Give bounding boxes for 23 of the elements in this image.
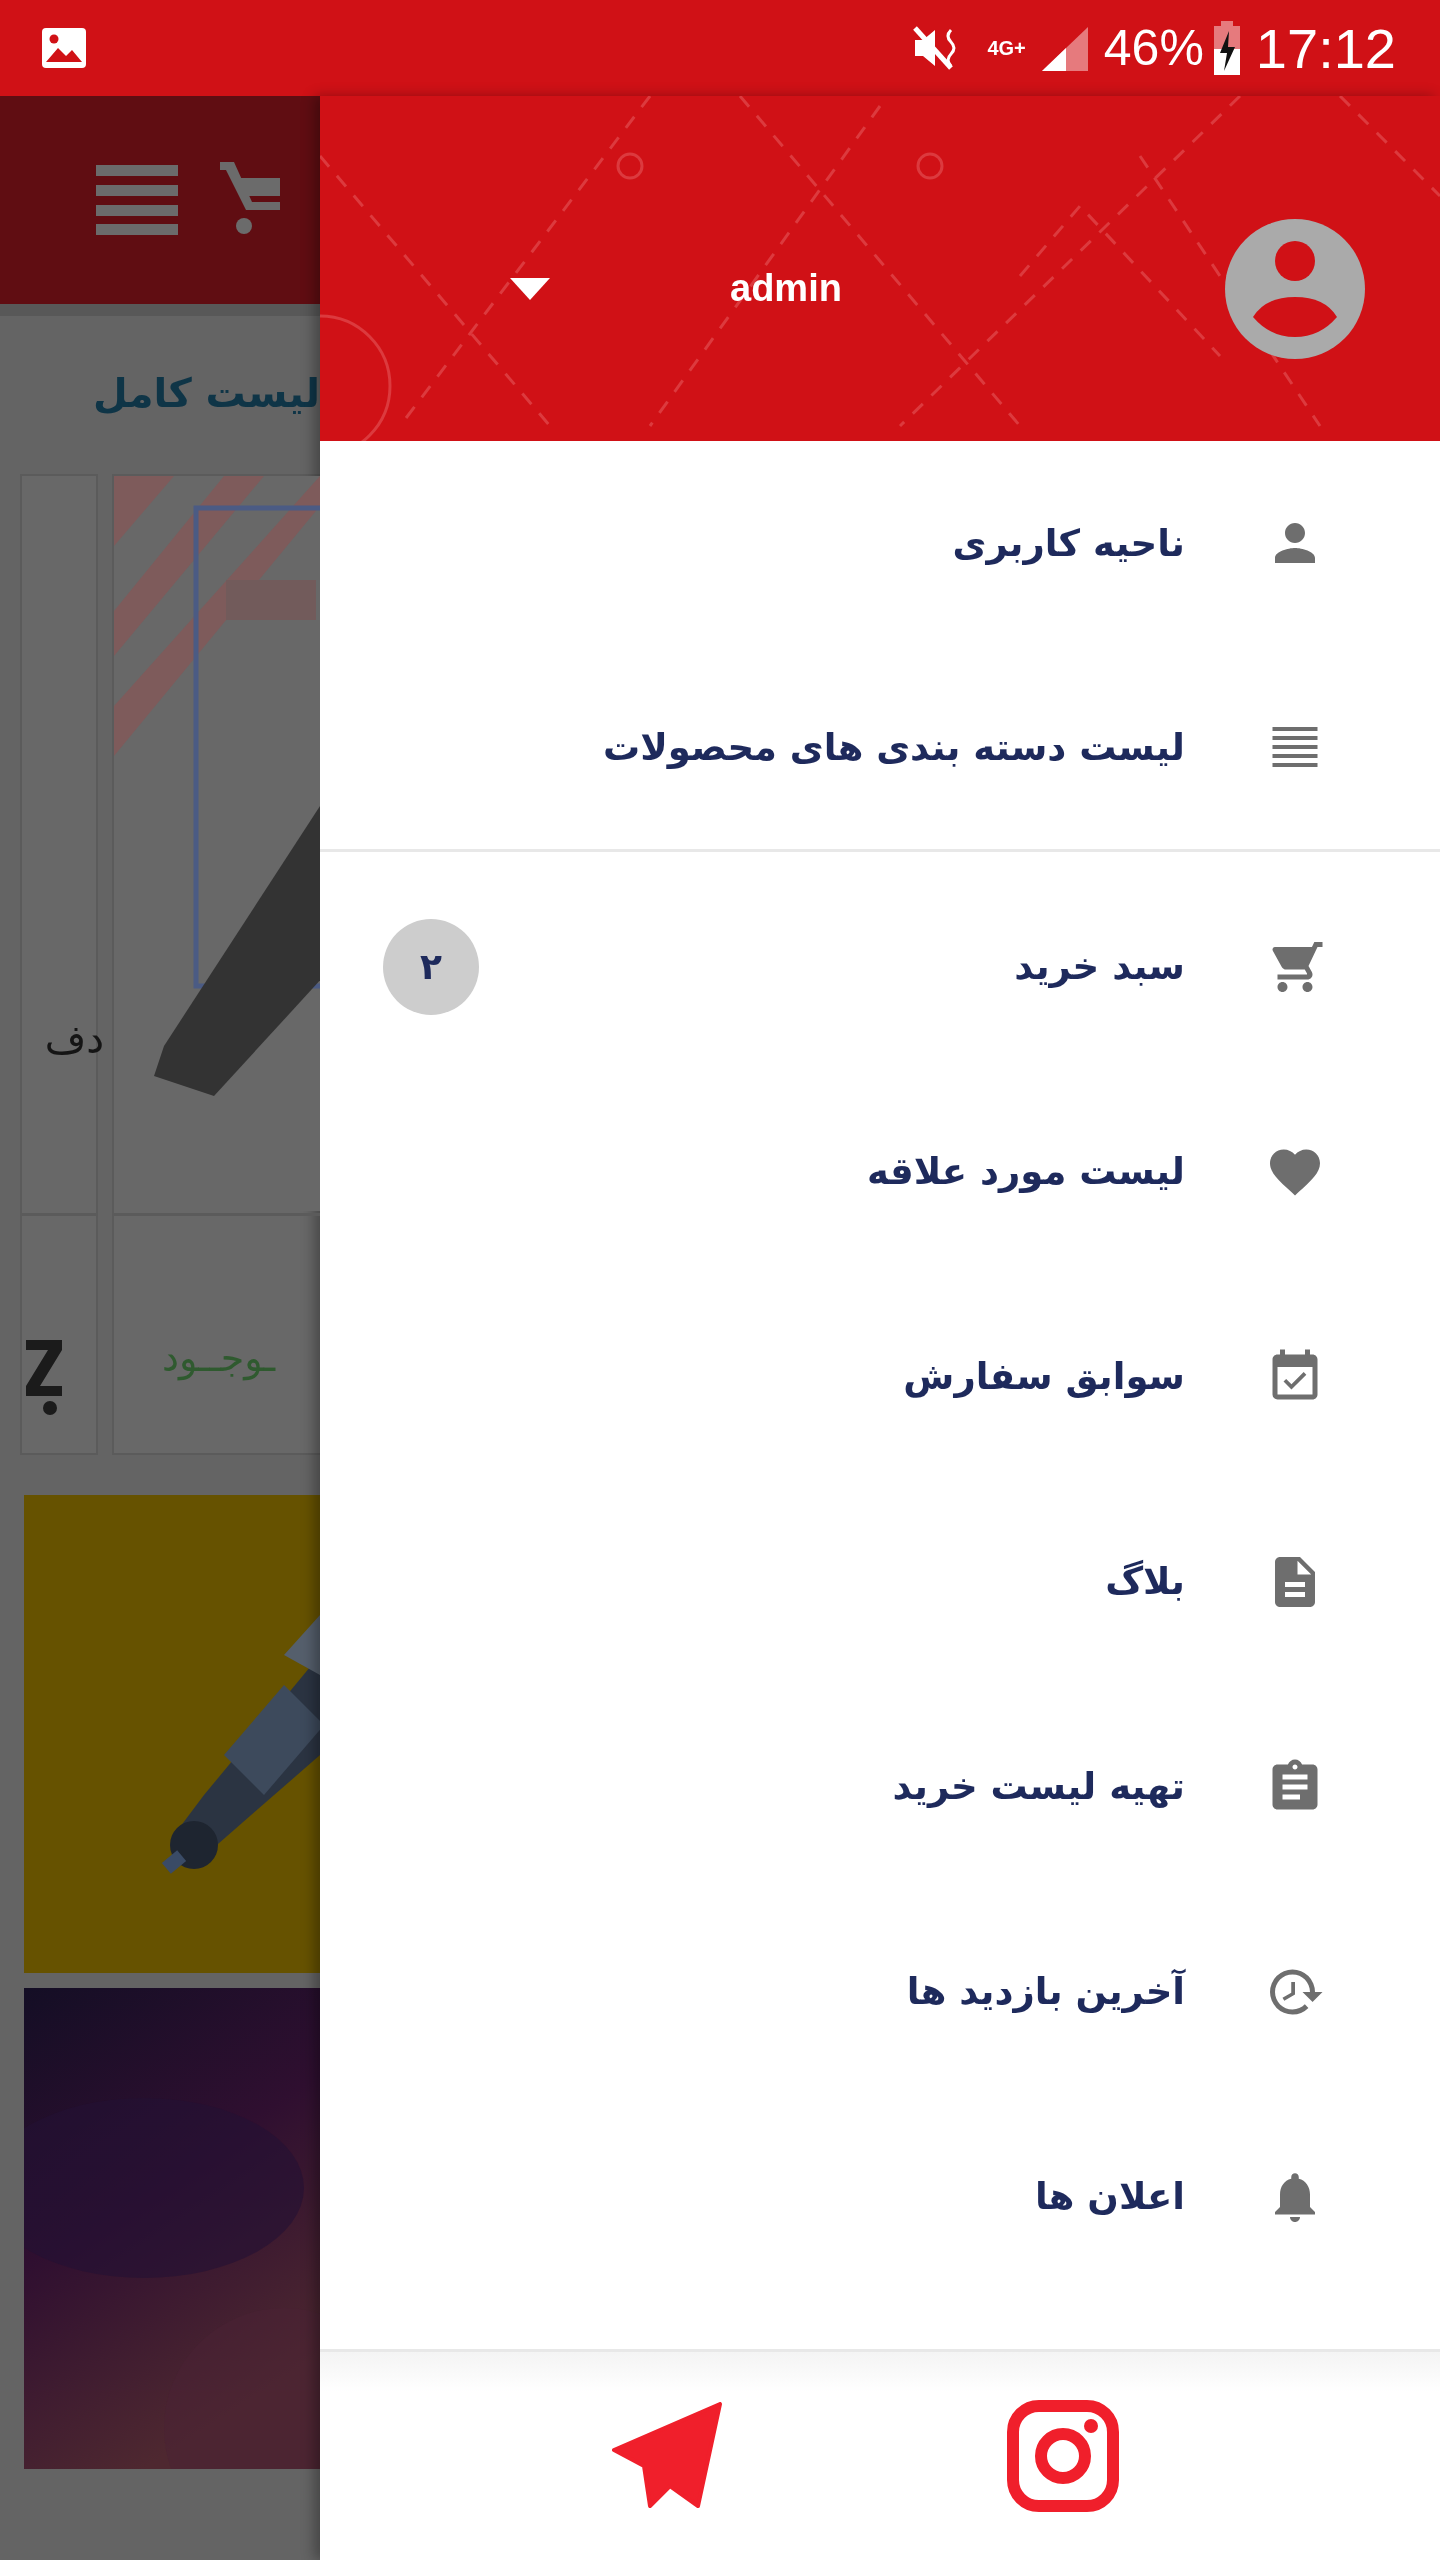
network-label: 4G+ <box>987 38 1026 58</box>
clock-time: 17:12 <box>1255 15 1396 81</box>
product-title: دف <box>44 1016 104 1062</box>
instagram-icon[interactable] <box>1006 2400 1119 2512</box>
menu-item[interactable]: سوابق سفارش <box>320 1274 1440 1479</box>
menu-item[interactable]: تهیه لیست خرید <box>320 1684 1440 1889</box>
menu-item[interactable]: آخرین بازدید ها <box>320 1889 1440 2094</box>
menu-item[interactable]: بلاگ <box>320 1479 1440 1684</box>
telegram-icon[interactable] <box>611 2402 724 2510</box>
menu-item[interactable]: سبد خرید ۲ <box>320 864 1440 1069</box>
dropdown-caret-icon[interactable] <box>510 277 550 300</box>
gallery-icon <box>40 26 88 70</box>
stock-status: ـوجــود <box>162 1336 277 1380</box>
username: admin <box>730 267 842 310</box>
battery-icon <box>1211 21 1242 75</box>
battery-percent: 46% <box>1103 19 1204 77</box>
menu-item[interactable]: لیست دسته بندی های محصولات <box>320 645 1440 849</box>
menu-item[interactable]: لیست مورد علاقه <box>320 1069 1440 1274</box>
count-badge: ۲ <box>383 918 479 1015</box>
menu-icon[interactable] <box>96 165 178 235</box>
menu-item[interactable]: اعلان ها <box>320 2094 1440 2299</box>
avatar-icon <box>1225 218 1365 359</box>
menu-item[interactable]: ناحیه کاربری <box>320 441 1440 645</box>
